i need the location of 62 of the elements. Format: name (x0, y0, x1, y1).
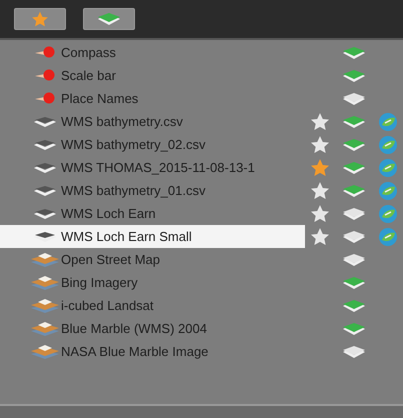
visibility-icon[interactable] (341, 344, 367, 358)
visibility-icon[interactable] (341, 276, 367, 290)
layer-name: Place Names (61, 91, 138, 106)
layer-item[interactable]: i-cubed Landsat (0, 294, 305, 317)
map-layers-icon (30, 298, 60, 314)
star-icon[interactable] (310, 112, 330, 131)
visibility-icon[interactable] (341, 252, 367, 266)
visibility-icon[interactable] (341, 206, 367, 220)
visibility-icon[interactable] (341, 92, 367, 106)
globe-icon[interactable] (378, 226, 398, 246)
layers-icon (96, 12, 122, 26)
layer-item[interactable]: WMS Loch Earn Small (0, 225, 305, 248)
layer-name: WMS Loch Earn Small (61, 229, 192, 244)
map-layers-icon (30, 252, 60, 268)
visibility-icon[interactable] (341, 184, 367, 198)
visibility-icon[interactable] (341, 138, 367, 152)
layer-item[interactable]: WMS bathymetry_01.csv (0, 179, 305, 202)
layer-item[interactable]: Place Names (0, 87, 305, 110)
visibility-icon[interactable] (341, 160, 367, 174)
layer-item[interactable]: WMS THOMAS_2015-11-08-13-1 (0, 156, 305, 179)
star-icon[interactable] (310, 204, 330, 223)
visibility-icon[interactable] (341, 46, 367, 60)
layer-name: WMS Loch Earn (61, 206, 156, 221)
star-icon (31, 11, 49, 27)
globe-icon[interactable] (378, 204, 398, 224)
globe-icon[interactable] (378, 112, 398, 132)
layer-name: Open Street Map (61, 252, 160, 267)
layer-name: WMS THOMAS_2015-11-08-13-1 (61, 160, 255, 175)
layer-name: Blue Marble (WMS) 2004 (61, 321, 207, 336)
layer-name: Scale bar (61, 68, 116, 83)
star-icon[interactable] (310, 227, 330, 246)
layer-name: WMS bathymetry_01.csv (61, 183, 206, 198)
map-layers-icon (30, 344, 60, 360)
map-layers-icon (30, 274, 60, 290)
layer-item[interactable]: Open Street Map (0, 248, 305, 271)
layer-name: i-cubed Landsat (61, 298, 154, 313)
visibility-icon[interactable] (341, 230, 367, 244)
layer-item[interactable]: Compass (0, 41, 305, 64)
star-icon[interactable] (310, 158, 330, 177)
layers-button[interactable] (83, 8, 135, 30)
layer-name: NASA Blue Marble Image (61, 344, 208, 359)
visibility-icon[interactable] (341, 114, 367, 128)
visibility-icon[interactable] (341, 68, 367, 82)
layer-item[interactable]: WMS Loch Earn (0, 202, 305, 225)
layer-item[interactable]: WMS bathymetry_02.csv (0, 133, 305, 156)
globe-icon[interactable] (378, 180, 398, 200)
layer-name: WMS bathymetry.csv (61, 114, 183, 129)
globe-icon[interactable] (378, 158, 398, 178)
layer-item[interactable]: WMS bathymetry.csv (0, 110, 305, 133)
layer-name: WMS bathymetry_02.csv (61, 137, 206, 152)
globe-icon[interactable] (378, 134, 398, 154)
layer-name: Compass (61, 45, 116, 60)
star-icon[interactable] (310, 135, 330, 154)
star-icon[interactable] (310, 181, 330, 200)
layer-item[interactable]: Bing Imagery (0, 271, 305, 294)
map-layers-icon (30, 320, 60, 336)
layer-item[interactable]: Blue Marble (WMS) 2004 (0, 317, 305, 340)
layer-item[interactable]: NASA Blue Marble Image (0, 340, 305, 363)
layer-name: Bing Imagery (61, 275, 138, 290)
visibility-icon[interactable] (341, 322, 367, 336)
layer-item[interactable]: Scale bar (0, 64, 305, 87)
visibility-icon[interactable] (341, 298, 367, 312)
